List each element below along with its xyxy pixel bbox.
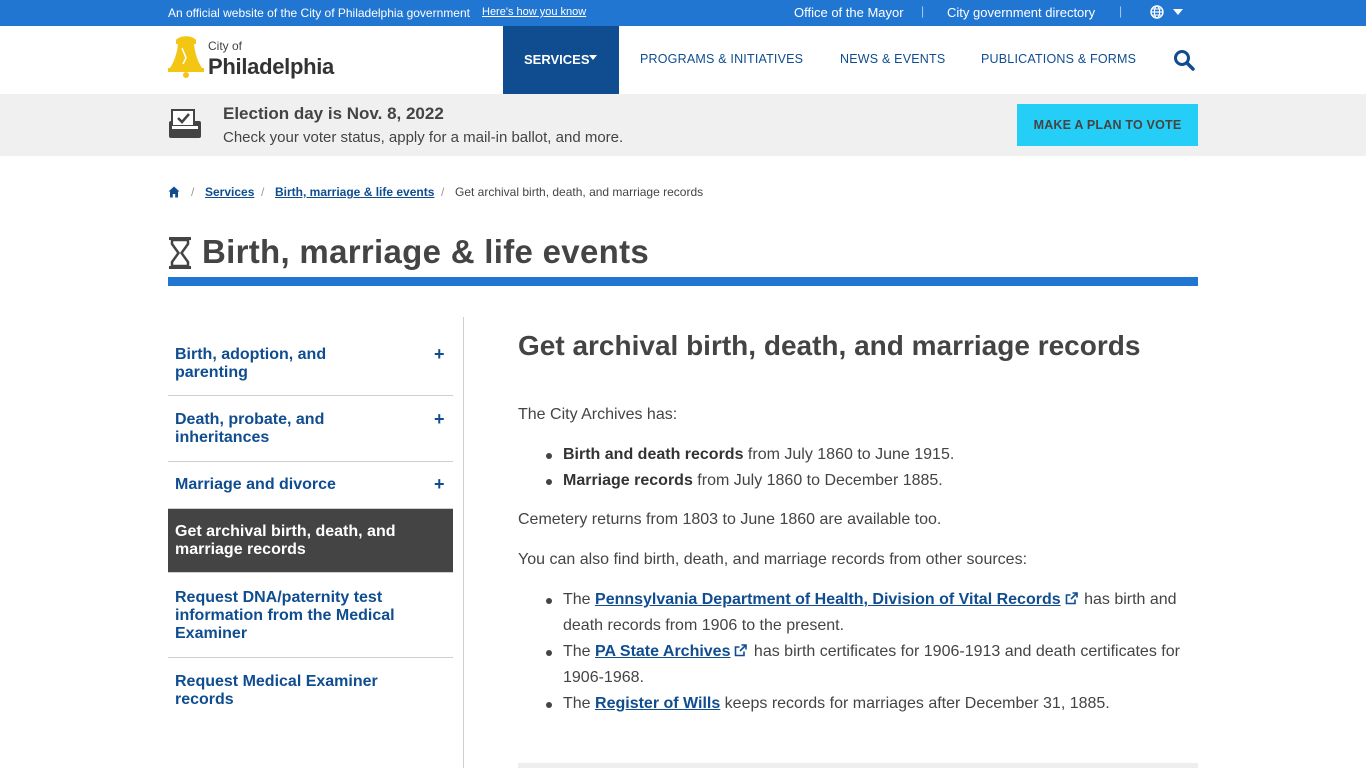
sidebar-item-label: Death, probate, and inheritances (175, 411, 325, 446)
how-you-know-link[interactable]: Here's how you know (482, 6, 586, 18)
sidebar-item-label: Request Medical Examiner records (175, 673, 378, 708)
other-sources-list: The Pennsylvania Department of Health, D… (546, 587, 1198, 717)
list-item-text: from July 1860 to December 1885. (692, 472, 943, 489)
page-title-text: Birth, marriage & life events (202, 233, 650, 270)
list-item-text: The (563, 695, 596, 712)
nav-services-label: SERVICES (524, 52, 590, 67)
site-header: City of Philadelphia SERVICES PROGRAMS &… (0, 26, 1366, 94)
sidebar-item-dna-paternity-test[interactable]: Request DNA/paternity test information f… (168, 573, 453, 658)
official-site-bar: An official website of the City of Phila… (0, 0, 1366, 26)
ballot-box-icon (169, 109, 201, 138)
content-heading: Get archival birth, death, and marriage … (518, 330, 1141, 361)
content-divider (518, 763, 1198, 768)
sidebar-divider (463, 317, 464, 768)
mayor-office-link[interactable]: Office of the Mayor (794, 5, 904, 20)
chevron-down-icon[interactable] (1173, 9, 1183, 15)
list-item-text: The (563, 591, 596, 608)
breadcrumb-services[interactable]: Services (205, 185, 254, 199)
sidebar-item-archival-records[interactable]: Get archival birth, death, and marriage … (168, 509, 453, 573)
breadcrumb-current: Get archival birth, death, and marriage … (455, 185, 704, 199)
government-directory-link[interactable]: City government directory (947, 5, 1095, 20)
external-link-icon (735, 644, 748, 657)
pa-health-vital-records-link[interactable]: Pennsylvania Department of Health, Divis… (595, 591, 1061, 608)
sidebar-item-medical-examiner-records[interactable]: Request Medical Examiner records (168, 658, 453, 724)
list-item: Marriage records from July 1860 to Decem… (545, 468, 954, 494)
breadcrumb-separator: / (191, 185, 195, 199)
list-item-text: The (563, 643, 596, 660)
election-banner-title: Election day is Nov. 8, 2022 (223, 104, 444, 123)
election-banner: Election day is Nov. 8, 2022 Check your … (0, 94, 1366, 156)
sidebar-item-label: Marriage and divorce (175, 476, 336, 493)
sidebar-item-marriage-divorce[interactable]: Marriage and divorce + (168, 462, 453, 509)
nav-publications-forms[interactable]: PUBLICATIONS & FORMS (981, 52, 1136, 66)
archives-list: Birth and death records from July 1860 t… (545, 442, 955, 494)
list-item-bold: Birth and death records (563, 446, 744, 463)
list-item: The Register of Wills keeps records for … (546, 691, 1198, 717)
register-of-wills-link[interactable]: Register of Wills (595, 695, 720, 712)
logo-philadelphia: Philadelphia (208, 54, 334, 79)
pa-state-archives-link[interactable]: PA State Archives (595, 643, 730, 660)
sidebar-item-birth-adoption-parenting[interactable]: Birth, adoption, and parenting + (168, 330, 453, 396)
expand-plus-icon[interactable]: + (434, 409, 445, 430)
list-item-bold: Marriage records (563, 472, 693, 489)
list-item: Birth and death records from July 1860 t… (545, 442, 955, 468)
make-plan-to-vote-button[interactable]: MAKE A PLAN TO VOTE (1017, 104, 1198, 146)
official-site-text: An official website of the City of Phila… (168, 6, 470, 20)
search-icon[interactable] (1173, 49, 1195, 71)
list-item-text: keeps records for marriages after Decemb… (720, 695, 1110, 712)
liberty-bell-logo (168, 36, 204, 78)
globe-icon[interactable] (1150, 5, 1164, 19)
expand-plus-icon[interactable]: + (434, 344, 445, 365)
title-underline (168, 277, 1198, 286)
other-sources-text: You can also find birth, death, and marr… (518, 551, 1028, 568)
caret-down-icon (589, 55, 597, 60)
philadelphia-logo[interactable]: City of Philadelphia (168, 36, 338, 82)
external-link-icon (1065, 592, 1078, 605)
list-item: The Pennsylvania Department of Health, D… (546, 587, 1198, 639)
nav-news-events[interactable]: NEWS & EVENTS (840, 52, 945, 66)
nav-services[interactable]: SERVICES (503, 26, 619, 94)
breadcrumb-separator: / (441, 185, 445, 199)
list-item-text: from July 1860 to June 1915. (743, 446, 955, 463)
sidebar-item-label: Get archival birth, death, and marriage … (175, 523, 396, 558)
cemetery-returns-text: Cemetery returns from 1803 to June 1860 … (518, 511, 942, 528)
home-icon[interactable] (168, 186, 180, 198)
sidebar-item-death-probate-inheritances[interactable]: Death, probate, and inheritances + (168, 396, 453, 462)
sidebar-item-label: Birth, adoption, and parenting (175, 346, 327, 381)
sidebar-item-label: Request DNA/paternity test information f… (175, 589, 395, 642)
expand-plus-icon[interactable]: + (434, 474, 445, 495)
election-banner-subtitle: Check your voter status, apply for a mai… (223, 129, 624, 146)
topbar-separator: | (921, 4, 925, 18)
nav-programs-initiatives[interactable]: PROGRAMS & INITIATIVES (640, 52, 803, 66)
list-item: The PA State Archives has birth certific… (546, 639, 1198, 691)
logo-city-of: City of (208, 39, 243, 53)
topbar-separator: | (1119, 4, 1123, 18)
breadcrumb-birth-marriage-life-events[interactable]: Birth, marriage & life events (275, 185, 434, 199)
breadcrumb-separator: / (261, 185, 265, 199)
archives-intro: The City Archives has: (518, 406, 678, 423)
hourglass-icon (169, 237, 191, 269)
